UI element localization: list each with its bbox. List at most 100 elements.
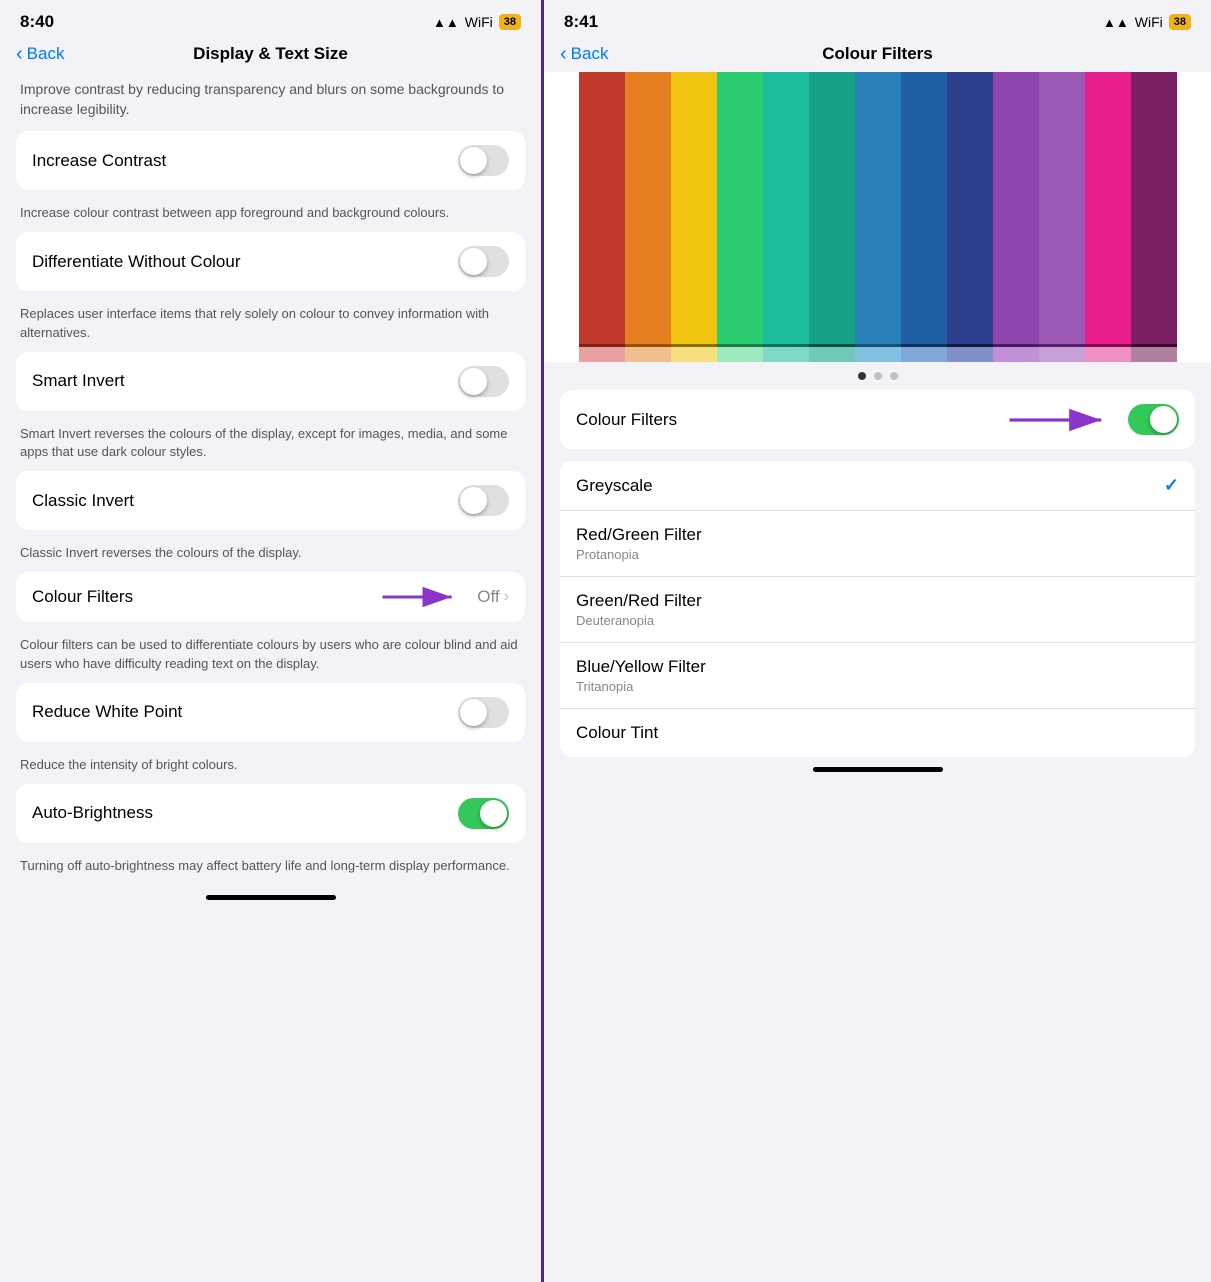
colour-filters-value: Off [477, 587, 499, 607]
auto-brightness-toggle[interactable] [458, 798, 509, 829]
red-green-info: Red/Green Filter Protanopia [576, 525, 702, 562]
right-home-bar [560, 757, 1195, 788]
reduce-white-card: Reduce White Point [16, 683, 525, 742]
pencil [855, 72, 901, 362]
smart-invert-toggle[interactable] [458, 366, 509, 397]
right-battery: 38 [1169, 14, 1191, 30]
greyscale-info: Greyscale [576, 476, 653, 496]
classic-invert-label: Classic Invert [32, 491, 134, 511]
pencils-row [544, 72, 1211, 362]
left-status-bar: 8:40 ▲▲ WiFi 38 [0, 0, 541, 38]
smart-invert-label: Smart Invert [32, 371, 125, 391]
red-green-name: Red/Green Filter [576, 525, 702, 545]
smart-invert-card: Smart Invert [16, 352, 525, 411]
filter-red-green[interactable]: Red/Green Filter Protanopia [560, 511, 1195, 577]
reduce-white-row: Reduce White Point [16, 683, 525, 742]
pencil [1131, 72, 1177, 362]
differentiate-row: Differentiate Without Colour [16, 232, 525, 291]
green-red-sub: Deuteranopia [576, 613, 702, 628]
pencils-image [544, 72, 1211, 362]
differentiate-label: Differentiate Without Colour [32, 252, 241, 272]
wifi-icon: WiFi [465, 14, 493, 30]
classic-invert-card: Classic Invert [16, 471, 525, 530]
top-description: Improve contrast by reducing transparenc… [16, 72, 525, 131]
signal-icon: ▲▲ [433, 15, 459, 30]
pencil [1039, 72, 1085, 362]
reduce-white-toggle[interactable] [458, 697, 509, 728]
colour-filters-toggle-label: Colour Filters [576, 410, 677, 430]
right-scroll: Colour Filters Greyscale ✓ [544, 390, 1211, 1282]
left-scroll-content: Improve contrast by reducing transparenc… [0, 72, 541, 1282]
filter-list-card: Greyscale ✓ Red/Green Filter Protanopia … [560, 461, 1195, 757]
colour-filters-chevron-icon: › [504, 588, 509, 606]
right-status-bar: 8:41 ▲▲ WiFi 38 [544, 0, 1211, 38]
left-back-label: Back [27, 44, 65, 64]
pencil [1085, 72, 1131, 362]
blue-yellow-sub: Tritanopia [576, 679, 706, 694]
filter-colour-tint[interactable]: Colour Tint [560, 709, 1195, 757]
left-battery: 38 [499, 14, 521, 30]
colour-filters-label: Colour Filters [32, 587, 133, 607]
smart-invert-row: Smart Invert [16, 352, 525, 411]
page-dots [544, 362, 1211, 390]
right-time: 8:41 [564, 12, 598, 32]
reduce-white-label: Reduce White Point [32, 702, 182, 722]
pencil [625, 72, 671, 362]
colour-filters-main-toggle[interactable] [1128, 404, 1179, 435]
differentiate-toggle[interactable] [458, 246, 509, 277]
increase-contrast-desc: Increase colour contrast between app for… [16, 198, 525, 232]
left-arrow-icon [375, 587, 465, 607]
right-back-button[interactable]: ‹ Back [560, 43, 608, 66]
blue-yellow-name: Blue/Yellow Filter [576, 657, 706, 677]
filter-green-red[interactable]: Green/Red Filter Deuteranopia [560, 577, 1195, 643]
green-red-info: Green/Red Filter Deuteranopia [576, 591, 702, 628]
classic-invert-toggle[interactable] [458, 485, 509, 516]
increase-contrast-label: Increase Contrast [32, 151, 166, 171]
right-back-label: Back [571, 44, 609, 64]
pencil [717, 72, 763, 362]
smart-invert-desc: Smart Invert reverses the colours of the… [16, 419, 525, 471]
differentiate-desc: Replaces user interface items that rely … [16, 299, 525, 351]
right-back-chevron-icon: ‹ [560, 43, 567, 66]
colour-filters-toggle-card: Colour Filters [560, 390, 1195, 449]
left-home-bar-line [206, 895, 336, 900]
colour-filters-card: Colour Filters Off › [16, 572, 525, 622]
increase-contrast-toggle[interactable] [458, 145, 509, 176]
filter-greyscale[interactable]: Greyscale ✓ [560, 461, 1195, 511]
colour-filters-desc: Colour filters can be used to differenti… [16, 630, 525, 682]
right-nav-bar: ‹ Back Colour Filters [544, 38, 1211, 72]
colour-tint-info: Colour Tint [576, 723, 658, 743]
filter-blue-yellow[interactable]: Blue/Yellow Filter Tritanopia [560, 643, 1195, 709]
increase-contrast-card: Increase Contrast [16, 131, 525, 190]
right-wifi-icon: WiFi [1135, 14, 1163, 30]
classic-invert-desc: Classic Invert reverses the colours of t… [16, 538, 525, 572]
left-status-icons: ▲▲ WiFi 38 [433, 14, 521, 30]
right-panel: 8:41 ▲▲ WiFi 38 ‹ Back Colour Filters Co… [541, 0, 1211, 1282]
auto-brightness-desc: Turning off auto-brightness may affect b… [16, 851, 525, 885]
blue-yellow-info: Blue/Yellow Filter Tritanopia [576, 657, 706, 694]
auto-brightness-label: Auto-Brightness [32, 803, 153, 823]
reduce-white-desc: Reduce the intensity of bright colours. [16, 750, 525, 784]
dot-3 [890, 372, 898, 380]
pencil [763, 72, 809, 362]
colour-filters-value-row: Off › [477, 587, 509, 607]
left-back-button[interactable]: ‹ Back [16, 43, 64, 66]
right-status-icons: ▲▲ WiFi 38 [1103, 14, 1191, 30]
pencil [993, 72, 1039, 362]
right-nav-title: Colour Filters [822, 44, 933, 64]
auto-brightness-row: Auto-Brightness [16, 784, 525, 843]
red-green-sub: Protanopia [576, 547, 702, 562]
right-home-bar-line [813, 767, 943, 772]
pencil [579, 72, 625, 362]
left-panel: 8:40 ▲▲ WiFi 38 ‹ Back Display & Text Si… [0, 0, 541, 1282]
colour-filters-row[interactable]: Colour Filters Off › [16, 572, 525, 622]
classic-invert-row: Classic Invert [16, 471, 525, 530]
pencil [809, 72, 855, 362]
auto-brightness-card: Auto-Brightness [16, 784, 525, 843]
pencil [901, 72, 947, 362]
right-arrow-icon [1005, 406, 1115, 434]
left-back-chevron-icon: ‹ [16, 43, 23, 66]
left-time: 8:40 [20, 12, 54, 32]
dot-2 [874, 372, 882, 380]
left-nav-title: Display & Text Size [193, 44, 348, 64]
